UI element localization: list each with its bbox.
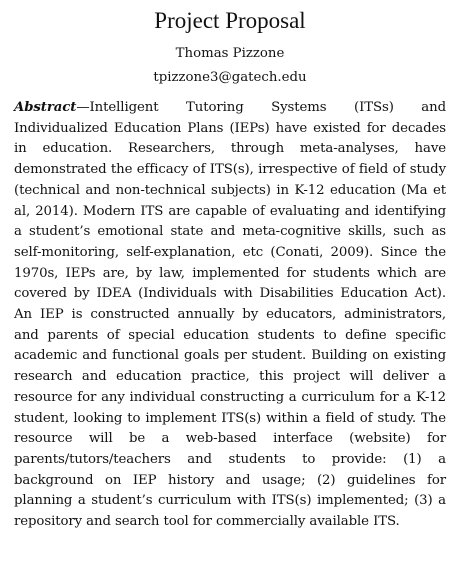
document-page: Project Proposal Thomas Pizzone tpizzone…: [0, 0, 460, 566]
abstract-text: Intelligent Tutoring Systems (ITSs) and …: [14, 100, 446, 530]
abstract-label: Abstract: [14, 100, 77, 115]
abstract-paragraph: Abstract—Intelligent Tutoring Systems (I…: [14, 98, 446, 533]
author-name: Thomas Pizzone: [175, 46, 285, 61]
abstract-dash: —: [76, 100, 90, 115]
author-email: tpizzone3@gatech.edu: [153, 70, 307, 85]
paper-title: Project Proposal: [154, 8, 306, 33]
